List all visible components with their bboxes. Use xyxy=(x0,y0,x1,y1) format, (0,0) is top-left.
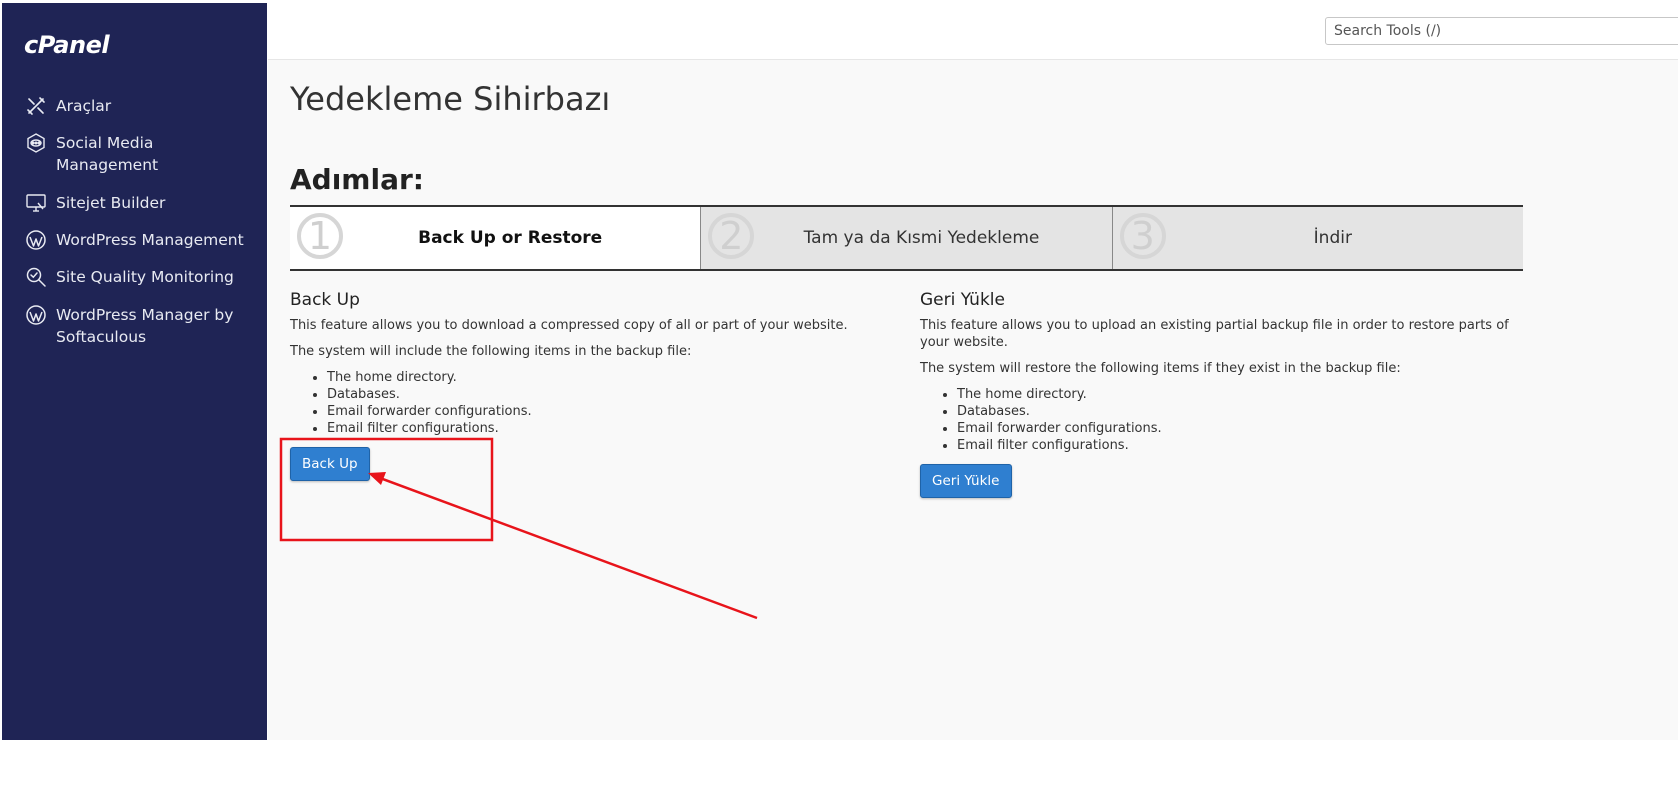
list-item: Databases. xyxy=(327,386,890,403)
back-up-button[interactable]: Back Up xyxy=(290,447,370,481)
list-item: Email forwarder configurations. xyxy=(957,420,1520,437)
list-item: Email filter configurations. xyxy=(327,420,890,437)
list-item: Email filter configurations. xyxy=(957,437,1520,454)
backup-section: Back Up This feature allows you to downl… xyxy=(290,289,890,481)
step-label: İndir xyxy=(1313,228,1352,248)
list-item: The home directory. xyxy=(327,369,890,386)
sidebar-item-wordpress-management[interactable]: WordPress Management xyxy=(24,229,254,251)
list-item: Email forwarder configurations. xyxy=(327,403,890,420)
top-bar xyxy=(268,3,1678,60)
restore-items-list: The home directory. Databases. Email for… xyxy=(920,386,1520,454)
page-title: Yedekleme Sihirbazı xyxy=(290,80,611,118)
restore-section: Geri Yükle This feature allows you to up… xyxy=(920,289,1520,498)
sidebar-item-social-media[interactable]: Social Media Management xyxy=(24,132,254,176)
step-back-up-or-restore: 1 Back Up or Restore xyxy=(290,207,701,269)
backup-description: This feature allows you to download a co… xyxy=(290,318,848,333)
search-tools-input[interactable] xyxy=(1325,17,1678,45)
social-media-icon xyxy=(24,132,48,154)
sidebar-item-site-quality[interactable]: Site Quality Monitoring xyxy=(24,266,254,288)
step-number-icon: 3 xyxy=(1119,213,1166,259)
step-number-icon: 1 xyxy=(297,213,343,259)
backup-items-list: The home directory. Databases. Email for… xyxy=(290,369,890,437)
sidebar-item-label: Site Quality Monitoring xyxy=(56,268,234,286)
main-content: Yedekleme Sihirbazı Adımlar: 1 Back Up o… xyxy=(268,60,1678,740)
magnifier-check-icon xyxy=(24,266,48,288)
cpanel-logo[interactable]: cPanel xyxy=(24,31,110,59)
sidebar-item-wordpress-manager-softaculous[interactable]: WordPress Manager by Softaculous xyxy=(24,304,254,348)
wordpress-icon xyxy=(24,304,48,326)
monitor-icon xyxy=(24,192,48,214)
sidebar-item-label: WordPress Manager by Softaculous xyxy=(56,306,234,346)
steps-heading: Adımlar: xyxy=(290,163,424,196)
backup-heading: Back Up xyxy=(290,290,360,310)
backup-list-intro: The system will include the following it… xyxy=(290,344,692,359)
step-download: 3 İndir xyxy=(1111,207,1523,269)
restore-button[interactable]: Geri Yükle xyxy=(920,464,1012,498)
sidebar-item-sitejet[interactable]: Sitejet Builder xyxy=(24,192,254,214)
step-label: Tam ya da Kısmi Yedekleme xyxy=(803,228,1040,248)
restore-list-intro: The system will restore the following it… xyxy=(920,361,1401,376)
restore-heading: Geri Yükle xyxy=(920,290,1005,310)
step-number-icon: 2 xyxy=(708,213,755,259)
sidebar: cPanel Araçlar Social Media Management S… xyxy=(2,3,267,740)
step-label: Back Up or Restore xyxy=(418,228,603,248)
wizard-steps: 1 Back Up or Restore 2 Tam ya da Kısmi Y… xyxy=(290,205,1523,271)
step-full-or-partial-backup: 2 Tam ya da Kısmi Yedekleme xyxy=(700,207,1112,269)
tools-icon xyxy=(24,95,48,117)
sidebar-item-label: Sitejet Builder xyxy=(56,194,166,212)
wordpress-icon xyxy=(24,229,48,251)
sidebar-item-araclar[interactable]: Araçlar xyxy=(24,95,254,117)
sidebar-item-label: Social Media Management xyxy=(56,134,159,174)
sidebar-item-label: Araçlar xyxy=(56,97,112,115)
list-item: Databases. xyxy=(957,403,1520,420)
restore-description: This feature allows you to upload an exi… xyxy=(920,318,1509,350)
sidebar-item-label: WordPress Management xyxy=(56,231,244,249)
list-item: The home directory. xyxy=(957,386,1520,403)
